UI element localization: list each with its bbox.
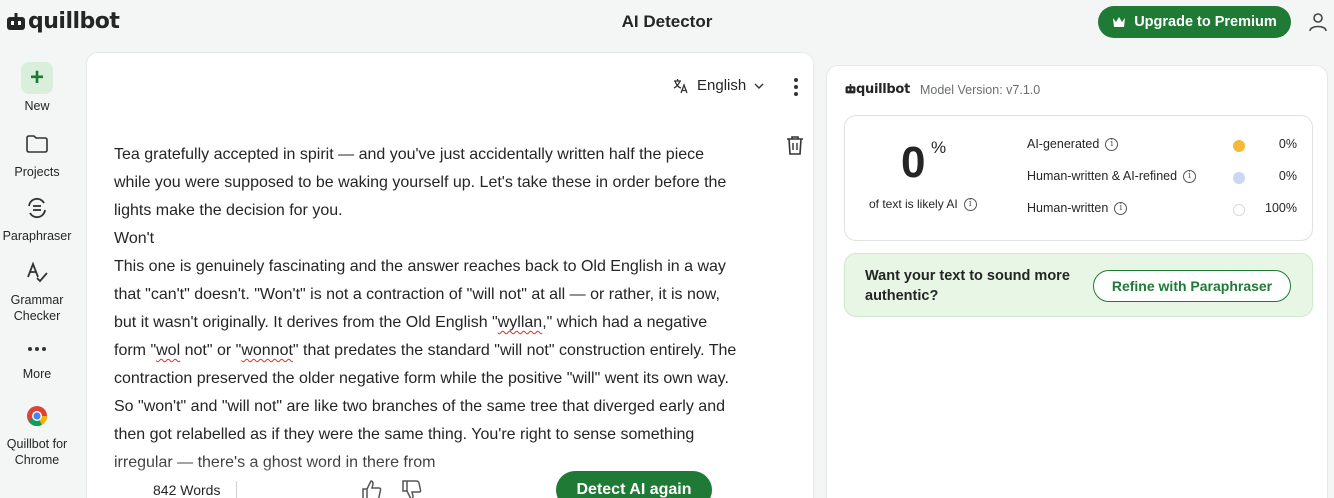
human-written-dot: [1233, 204, 1245, 216]
spelling-flag[interactable]: wonnot: [241, 342, 293, 359]
logo-text: quillbot: [28, 9, 120, 34]
sidebar-item-new[interactable]: + New: [0, 62, 74, 114]
upgrade-label: Upgrade to Premium: [1134, 14, 1277, 30]
sidebar-item-label: Paraphraser: [2, 229, 72, 243]
language-selector[interactable]: English: [673, 77, 764, 94]
results-panel: quillbot Model Version: v7.1.0 0 % of te…: [826, 65, 1328, 498]
thumbs-down-icon[interactable]: [401, 479, 423, 498]
row-value: 100%: [1265, 201, 1297, 215]
sidebar-item-label: Quillbot for Chrome: [6, 437, 68, 467]
sidebar-item-label: More: [22, 367, 52, 381]
sidebar-item-projects[interactable]: Projects: [0, 128, 74, 180]
sidebar-item-more[interactable]: More: [0, 336, 74, 382]
quillbot-logo[interactable]: quillbot: [6, 9, 120, 34]
model-version: Model Version: v7.1.0: [919, 82, 1041, 97]
more-dots-icon: [21, 336, 53, 362]
score-caption: of text is likely AI i: [869, 197, 977, 211]
plus-icon: +: [21, 62, 53, 94]
sidebar-item-grammar-checker[interactable]: Grammar Checker: [0, 256, 74, 324]
spelling-flag[interactable]: wyllan: [498, 314, 542, 331]
chrome-icon: [21, 400, 53, 432]
cta-text: Want your text to sound more authentic?: [865, 268, 1070, 304]
text-paragraph: This one is genuinely fascinating and th…: [114, 258, 737, 471]
quillbot-robot-icon: [7, 12, 25, 30]
sidebar-item-paraphraser[interactable]: Paraphraser: [0, 192, 74, 244]
ai-score: 0: [901, 138, 926, 187]
paraphraser-cta: Want your text to sound more authentic? …: [844, 253, 1313, 317]
sidebar-item-label: New: [24, 99, 50, 113]
row-value: 0%: [1278, 169, 1297, 183]
ai-refined-dot: [1233, 172, 1245, 184]
editor-text-area[interactable]: Tea gratefully accepted in spirit — and …: [114, 141, 740, 477]
row-label: AI-generated: [1027, 137, 1100, 151]
divider: [236, 481, 237, 498]
kebab-menu-icon[interactable]: [791, 77, 801, 97]
crown-icon: [1113, 17, 1126, 27]
breakdown-row-human-written: Human-written i 100%: [1027, 201, 1297, 219]
sidebar-item-label: Projects: [14, 165, 60, 179]
row-value: 0%: [1278, 137, 1297, 151]
grammar-icon: [21, 256, 53, 288]
chevron-down-icon: [754, 83, 764, 89]
info-icon[interactable]: i: [1183, 169, 1197, 183]
detect-ai-button[interactable]: Detect AI again: [556, 471, 712, 498]
row-label: Human-written: [1027, 201, 1109, 215]
text-paragraph: Tea gratefully accepted in spirit — and …: [114, 146, 727, 219]
text-paragraph: Won't: [114, 230, 155, 247]
thumbs-up-icon[interactable]: [361, 479, 383, 498]
quillbot-robot-icon: [845, 84, 856, 94]
refine-with-paraphraser-button[interactable]: Refine with Paraphraser: [1093, 270, 1291, 302]
top-bar: quillbot AI Detector Upgrade to Premium: [0, 0, 1334, 44]
info-icon[interactable]: i: [963, 197, 977, 211]
score-card: 0 % of text is likely AI i AI-generated i…: [844, 115, 1313, 241]
word-count: 842 Words: [153, 482, 221, 498]
panel-logo: quillbot: [845, 82, 910, 97]
info-icon[interactable]: i: [1105, 137, 1119, 151]
editor-card: English Tea gratefully accepted in spiri…: [86, 52, 814, 498]
breakdown-row-ai-refined: Human-written & AI-refined i 0%: [1027, 169, 1297, 187]
translate-icon: [673, 78, 688, 93]
folder-icon: [21, 128, 53, 160]
trash-icon[interactable]: [786, 135, 804, 155]
ai-score-unit: %: [931, 138, 947, 157]
sidebar-item-chrome[interactable]: Quillbot for Chrome: [0, 400, 74, 468]
user-account-icon[interactable]: [1308, 12, 1328, 32]
upgrade-button[interactable]: Upgrade to Premium: [1098, 6, 1291, 38]
info-icon[interactable]: i: [1114, 201, 1128, 215]
panel-header: quillbot Model Version: v7.1.0: [845, 82, 1040, 97]
ai-generated-dot: [1233, 140, 1245, 152]
breakdown-row-ai-generated: AI-generated i 0%: [1027, 137, 1297, 155]
row-label: Human-written & AI-refined: [1027, 169, 1178, 183]
paraphraser-icon: [21, 192, 53, 224]
spelling-flag[interactable]: wol: [156, 342, 180, 359]
sidebar-item-label: Grammar Checker: [10, 293, 64, 323]
language-label: English: [697, 77, 747, 94]
